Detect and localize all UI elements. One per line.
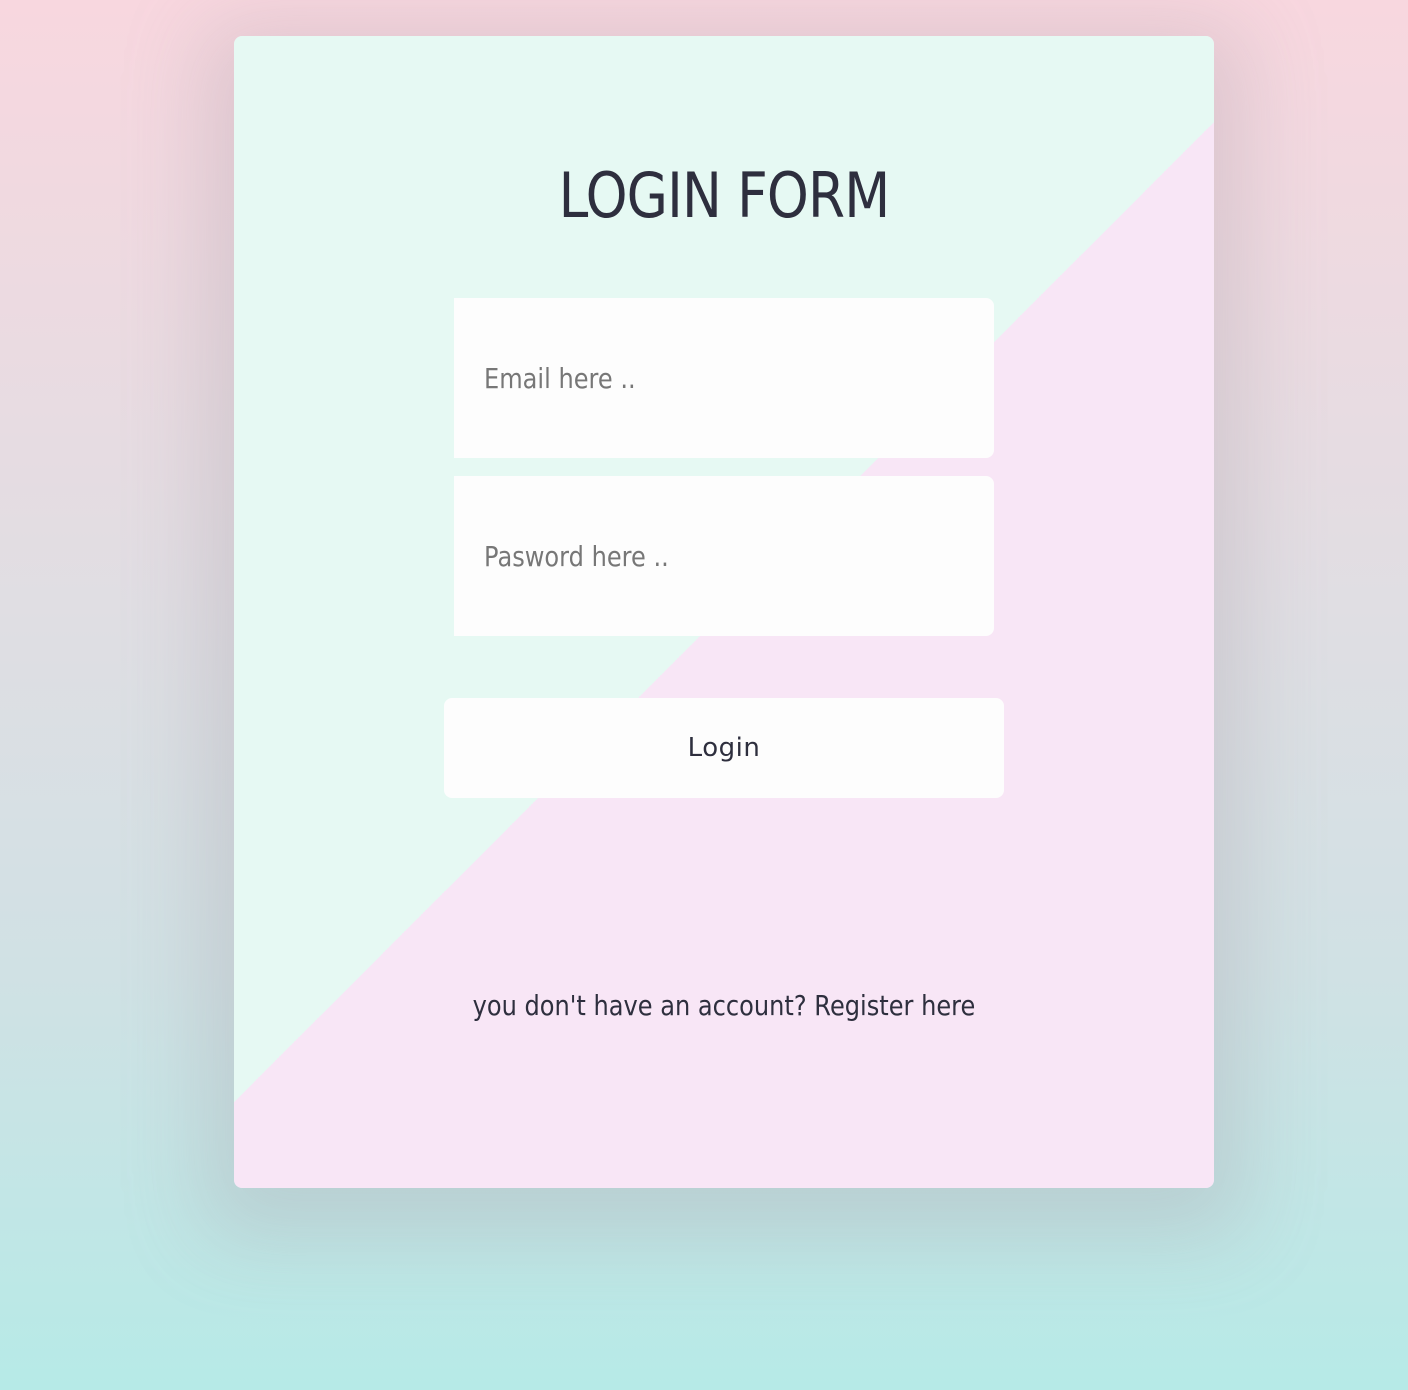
password-field-container — [454, 476, 994, 636]
login-button[interactable]: Login — [444, 698, 1004, 798]
register-prompt-text: you don't have an account? — [472, 989, 807, 1022]
register-prompt: you don't have an account? Register here — [303, 982, 1146, 1030]
register-link[interactable]: Register here — [814, 989, 975, 1022]
form-title: LOGIN FORM — [558, 159, 891, 232]
login-card: LOGIN FORM Login you don't have an accou… — [234, 36, 1214, 1188]
email-field-container — [454, 298, 994, 458]
password-input[interactable] — [484, 539, 897, 573]
email-input[interactable] — [484, 361, 897, 395]
